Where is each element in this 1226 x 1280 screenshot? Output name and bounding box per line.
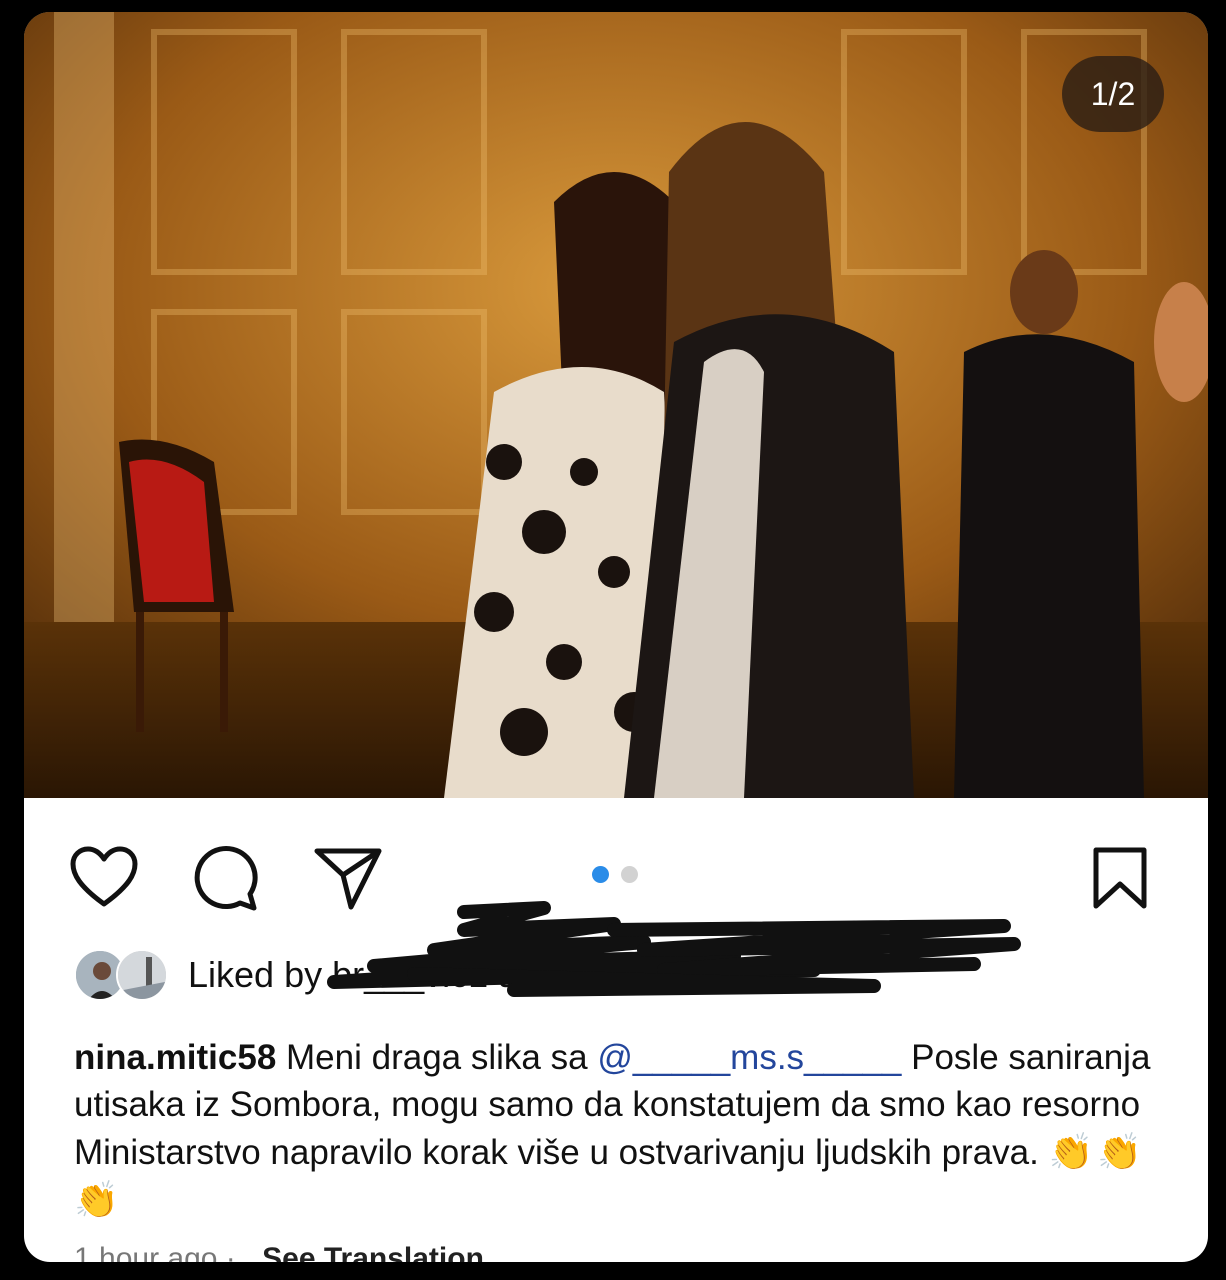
photo-image [24,12,1208,798]
carousel-dot [621,866,638,883]
comment-button[interactable] [186,838,266,918]
carousel-indicator [592,866,638,883]
post-card: 1/2 Liked by br___vic1 and 27 others nin… [24,12,1208,1262]
liked-by-suffix[interactable]: and 27 others [498,954,718,995]
heart-icon [70,846,138,907]
caption-text-1: Meni draga slika sa [286,1038,588,1077]
share-button[interactable] [308,838,388,918]
liked-by-prefix: Liked by [188,954,323,995]
post-meta: 1 hour ago · See Translation [74,1242,484,1262]
likes-row[interactable]: Liked by br___vic1 and 27 others [74,947,718,1003]
post-caption: nina.mitic58 Meni draga slika sa @_____m… [74,1034,1174,1224]
caption-username[interactable]: nina.mitic58 [74,1038,276,1077]
timestamp: 1 hour ago [74,1242,218,1262]
post-photo[interactable]: 1/2 [24,12,1208,798]
like-button[interactable] [64,838,144,918]
liked-by-text: Liked by br___vic1 and 27 others [188,954,718,996]
photo-counter: 1/2 [1062,56,1164,132]
avatar [116,949,168,1001]
liker-avatars [74,947,174,1003]
carousel-dot-active [592,866,609,883]
caption-mention[interactable]: @_____ms.s_____ [597,1038,901,1077]
liked-by-user[interactable]: br___vic1 [332,954,488,995]
action-bar [24,798,1208,948]
comment-icon [194,846,258,911]
see-translation-link[interactable]: See Translation [262,1242,484,1262]
send-icon [314,848,382,910]
save-button[interactable] [1080,838,1160,918]
bookmark-icon [1093,847,1147,909]
meta-separator: · [225,1242,236,1262]
